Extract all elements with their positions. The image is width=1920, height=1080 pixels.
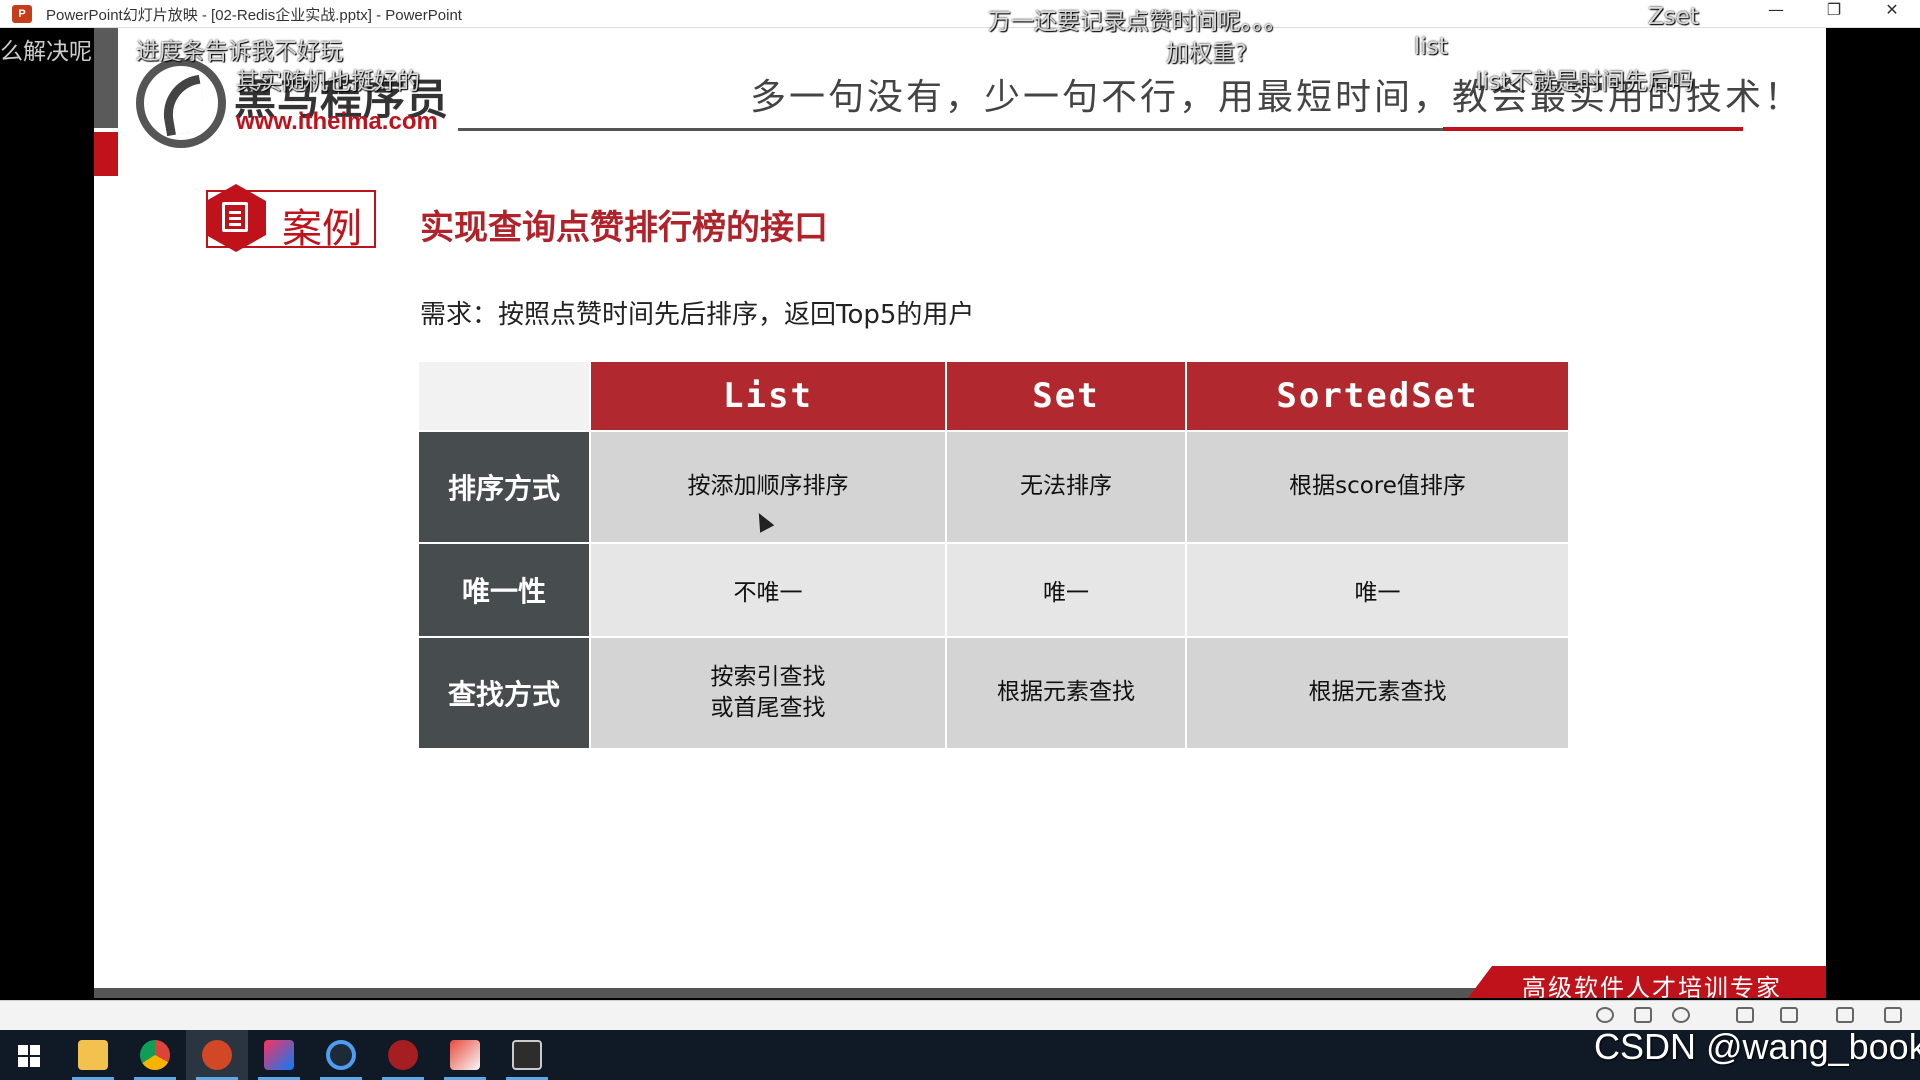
header-divider-accent — [1443, 127, 1743, 131]
header-divider — [458, 128, 1443, 131]
document-icon-sheet — [222, 202, 248, 232]
slide-sorter-icon[interactable] — [1634, 1007, 1652, 1023]
column-header-sortedset: SortedSet — [1187, 362, 1568, 430]
start-button[interactable] — [0, 1030, 62, 1080]
chrome-icon — [140, 1040, 170, 1070]
normal-view-icon[interactable] — [1736, 1007, 1754, 1023]
table-cell: 根据元素查找 — [1187, 638, 1568, 748]
taskbar-redis-desktop[interactable] — [372, 1030, 434, 1080]
danmaku-comment: 万一还要记录点赞时间呢。。。 — [988, 9, 1287, 35]
table-corner — [419, 362, 589, 430]
terminal-icon — [512, 1040, 542, 1070]
previous-icon[interactable] — [1596, 1007, 1614, 1023]
comparison-table: List Set SortedSet 排序方式 按添加顺序排序 无法排序 根据s… — [419, 362, 1671, 756]
table-cell: 不唯一 — [591, 544, 945, 636]
csdn-watermark: CSDN @wang_book — [1594, 1026, 1920, 1067]
windows-icon — [18, 1045, 40, 1067]
danmaku-comment: 其实随机也挺好的 — [236, 69, 420, 95]
folder-icon — [78, 1040, 108, 1070]
restore-button[interactable]: ❐ — [1806, 0, 1862, 28]
window-title: PowerPoint幻灯片放映 - [02-Redis企业实战.pptx] - … — [46, 7, 462, 24]
table-cell: 按索引查找 或首尾查找 — [591, 638, 945, 748]
horse-logo-icon — [136, 58, 226, 148]
window-titlebar: P PowerPoint幻灯片放映 - [02-Redis企业实战.pptx] … — [0, 0, 1920, 28]
column-header-list: List — [591, 362, 945, 430]
taskbar-powerpoint[interactable] — [186, 1030, 248, 1080]
column-header-set: Set — [947, 362, 1185, 430]
app-icon — [450, 1040, 480, 1070]
table-cell: 唯一 — [1187, 544, 1568, 636]
logo-url: www.itheima.com — [236, 108, 438, 135]
left-accent-red — [94, 132, 118, 176]
table-cell: 根据score值排序 — [1187, 432, 1568, 542]
minimize-button[interactable]: — — [1748, 0, 1804, 28]
row-header-sort-method: 排序方式 — [419, 432, 589, 542]
presenter-view-icon[interactable] — [1884, 1007, 1902, 1023]
danmaku-comment: Zset — [1648, 4, 1699, 30]
browser-icon — [326, 1040, 356, 1070]
requirement-text: 需求：按照点赞时间先后排序，返回Top5的用户 — [420, 300, 975, 330]
row-header-uniqueness: 唯一性 — [419, 544, 589, 636]
table-cell: 根据元素查找 — [947, 638, 1185, 748]
danmaku-comment: 进度条告诉我不好玩 — [136, 39, 343, 65]
footer-slogan: 高级软件人才培训专家 — [1522, 974, 1782, 998]
table-cell: 无法排序 — [947, 432, 1185, 542]
taskbar-chrome[interactable] — [124, 1030, 186, 1080]
powerpoint-taskbar-icon — [202, 1040, 232, 1070]
case-title: 实现查询点赞排行榜的接口 — [420, 208, 828, 248]
close-button[interactable]: ✕ — [1864, 0, 1920, 28]
taskbar-terminal[interactable] — [496, 1030, 558, 1080]
taskbar-app[interactable] — [434, 1030, 496, 1080]
taskbar-browser[interactable] — [310, 1030, 372, 1080]
intellij-icon — [264, 1040, 294, 1070]
taskbar-file-explorer[interactable] — [62, 1030, 124, 1080]
slide-canvas[interactable]: 黑马程序员 www.itheima.com 多一句没有，少一句不行，用最短时间，… — [94, 28, 1826, 998]
powerpoint-icon: P — [12, 5, 32, 23]
reading-view-icon[interactable] — [1836, 1007, 1854, 1023]
grid-view-icon[interactable] — [1780, 1007, 1798, 1023]
danmaku-comment: list — [1414, 34, 1448, 60]
danmaku-comment: 么解决呢 — [0, 39, 92, 65]
redis-icon — [388, 1040, 418, 1070]
case-label: 案例 — [282, 206, 362, 252]
row-header-lookup-method: 查找方式 — [419, 638, 589, 748]
table-cell: 唯一 — [947, 544, 1185, 636]
next-icon[interactable] — [1672, 1007, 1690, 1023]
danmaku-comment: list不就是时间先后吗 — [1476, 69, 1694, 95]
danmaku-comment: 加权重? — [1166, 41, 1248, 67]
left-accent-bar — [94, 28, 118, 128]
taskbar-intellij[interactable] — [248, 1030, 310, 1080]
